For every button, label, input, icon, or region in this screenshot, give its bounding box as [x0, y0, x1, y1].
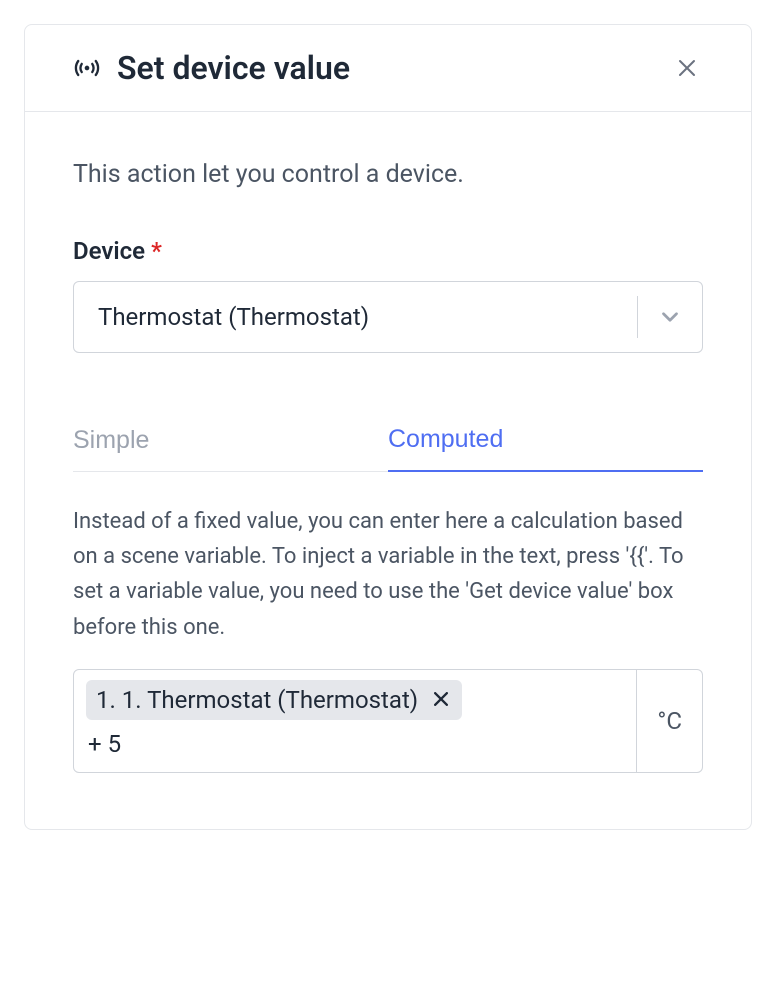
header-left: Set device value	[73, 49, 350, 87]
device-select-arrow[interactable]	[638, 282, 702, 352]
device-select[interactable]: Thermostat (Thermostat)	[73, 281, 703, 353]
device-label: Device *	[73, 237, 703, 265]
computed-input-group: 1. 1. Thermostat (Thermostat) + 5 °C	[73, 669, 703, 773]
set-device-value-card: Set device value This action let you con…	[24, 24, 752, 830]
computed-expression-input[interactable]: 1. 1. Thermostat (Thermostat) + 5	[73, 669, 637, 773]
action-description: This action let you control a device.	[73, 160, 703, 189]
chevron-down-icon	[657, 304, 683, 330]
computed-help-text: Instead of a fixed value, you can enter …	[73, 504, 703, 645]
close-button[interactable]	[671, 52, 703, 84]
close-icon	[434, 692, 448, 706]
value-mode-tabs: Simple Computed	[73, 409, 703, 472]
close-icon	[675, 56, 699, 80]
device-label-text: Device	[73, 237, 145, 265]
required-mark: *	[151, 237, 162, 265]
variable-chip: 1. 1. Thermostat (Thermostat)	[86, 680, 462, 720]
tab-simple[interactable]: Simple	[73, 409, 388, 472]
variable-chip-label: 1. 1. Thermostat (Thermostat)	[96, 686, 418, 714]
expression-text: + 5	[86, 726, 624, 762]
broadcast-icon	[73, 54, 101, 82]
card-header: Set device value	[25, 25, 751, 112]
variable-chip-remove[interactable]	[430, 690, 452, 710]
tab-computed[interactable]: Computed	[388, 409, 703, 472]
card-body: This action let you control a device. De…	[25, 112, 751, 829]
unit-label: °C	[637, 669, 703, 773]
device-select-value: Thermostat (Thermostat)	[74, 282, 637, 352]
card-title: Set device value	[117, 49, 350, 87]
